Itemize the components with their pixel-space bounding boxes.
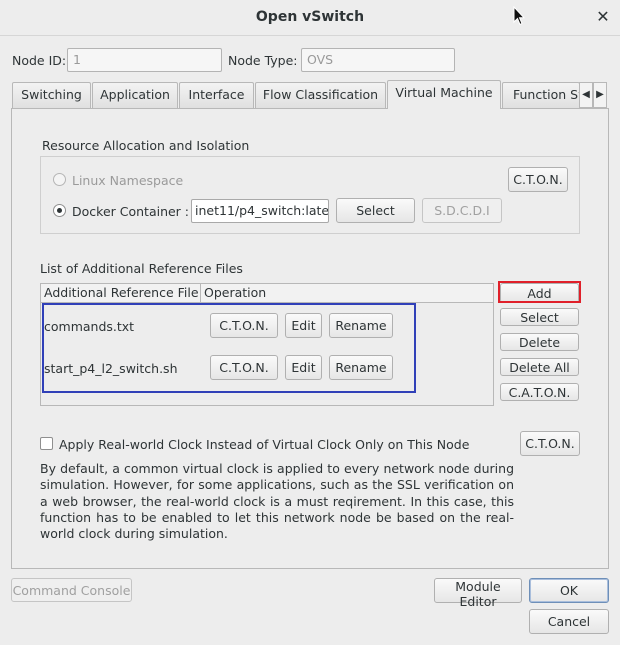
tab-virtual-machine[interactable]: Virtual Machine [387, 80, 501, 109]
cancel-button[interactable]: Cancel [529, 609, 609, 634]
ok-button[interactable]: OK [529, 578, 609, 603]
column-header-file[interactable]: Additional Reference File [41, 284, 201, 303]
mouse-cursor-icon [513, 6, 525, 26]
command-console-button[interactable]: Command Console [11, 578, 132, 602]
clock-description: By default, a common virtual clock is ap… [40, 461, 514, 542]
real-world-clock-label: Apply Real-world Clock Instead of Virtua… [59, 437, 470, 452]
tab-interface[interactable]: Interface [179, 82, 254, 108]
clock-cton-button[interactable]: C.T.O.N. [520, 431, 580, 456]
node-type-label: Node Type: [228, 53, 298, 68]
window-title: Open vSwitch [255, 9, 365, 25]
close-icon[interactable]: ✕ [594, 8, 612, 26]
tab-scroll-left-icon[interactable]: ◀ [579, 82, 593, 108]
highlight-red-box [498, 281, 581, 303]
linux-namespace-radio[interactable] [53, 173, 66, 186]
docker-container-label: Docker Container : [72, 204, 190, 219]
tab-function-switch[interactable]: Function Sw [502, 82, 580, 108]
delete-all-files-button[interactable]: Delete All [500, 358, 579, 376]
real-world-clock-checkbox[interactable] [40, 437, 53, 450]
node-type-field: OVS [301, 48, 455, 72]
delete-file-button[interactable]: Delete [500, 333, 579, 351]
tab-flow-classification[interactable]: Flow Classification [255, 82, 386, 108]
docker-select-button[interactable]: Select [336, 198, 415, 223]
module-editor-button[interactable]: Module Editor [434, 578, 522, 609]
resource-group-title: Resource Allocation and Isolation [42, 138, 250, 153]
node-id-field: 1 [67, 48, 222, 72]
highlight-blue-box [42, 303, 416, 393]
reference-files-title: List of Additional Reference Files [40, 261, 243, 276]
tab-scroll-right-icon[interactable]: ▶ [593, 82, 607, 108]
select-file-button[interactable]: Select [500, 308, 579, 326]
sdcdi-button[interactable]: S.D.C.D.I [422, 198, 502, 223]
node-id-label: Node ID: [12, 53, 67, 68]
resource-cton-button[interactable]: C.T.O.N. [508, 167, 568, 192]
column-header-operation[interactable]: Operation [201, 284, 493, 303]
tab-application[interactable]: Application [92, 82, 178, 108]
docker-image-input[interactable]: inet11/p4_switch:latest [191, 199, 329, 223]
linux-namespace-label: Linux Namespace [72, 173, 184, 188]
docker-container-radio[interactable] [53, 204, 66, 217]
tab-switching[interactable]: Switching [12, 82, 91, 108]
caton-button[interactable]: C.A.T.O.N. [500, 383, 579, 401]
